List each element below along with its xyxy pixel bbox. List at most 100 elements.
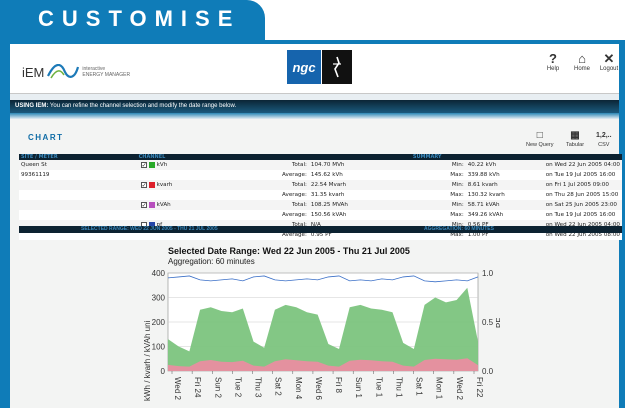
table-row: Average: 31.35 kvarh Max: 130.32 kvarh on… — [19, 190, 622, 200]
total-value: 22.54 Mvarh — [308, 180, 400, 190]
y-axis-label: kWh / kvarh / kVAh uni — [143, 320, 152, 401]
home-label: Home — [573, 66, 590, 72]
max-value: 349.26 kVAh — [467, 212, 504, 218]
y-tick-label: 200 — [152, 318, 166, 327]
using-iem-text: You can refine the channel selection and… — [49, 103, 237, 109]
total-value: 108.25 MVAh — [308, 200, 400, 210]
max-label: Max: — [450, 212, 464, 218]
csv-button[interactable]: 1,2,.. CSV — [596, 130, 612, 148]
min-label: Min: — [451, 162, 464, 168]
range-bar: SELECTED RANGE: WED 22 JUN 2005 - THU 21… — [19, 226, 622, 233]
home-button[interactable]: ⌂ Home — [567, 51, 597, 72]
selected-range: SELECTED RANGE: WED 22 JUN 2005 - THU 21… — [81, 226, 218, 232]
x-tick-label: Fri 22 — [475, 377, 484, 398]
x-tick-label: Tue 2 — [233, 377, 242, 398]
help-button[interactable]: ? Help — [538, 51, 568, 72]
max-value: 339.88 kVh — [467, 172, 500, 178]
channel-swatch — [148, 182, 155, 188]
average-value: 150.56 kVAh — [308, 210, 400, 220]
channel-checkbox[interactable]: ✓ — [140, 162, 147, 169]
channel-checkbox[interactable]: ✓ — [140, 182, 147, 189]
x-tick-label: Fri 24 — [193, 377, 202, 398]
table-row: Average: 150.56 kVAh Max: 349.26 kVAh on … — [19, 210, 622, 220]
max-label: Max: — [450, 192, 464, 198]
new-query-label: New Query — [526, 142, 554, 148]
using-iem-bar: USING IEM: You can refine the channel se… — [10, 100, 619, 113]
min-time: on Sat 25 Jun 2005 23:00 — [545, 202, 617, 208]
min-time: on Wed 22 Jun 2005 04:00 — [545, 162, 620, 168]
x-tick-label: Tue 1 — [374, 377, 383, 398]
tabular-icon: ▦ — [570, 130, 580, 141]
logout-icon: ✕ — [603, 51, 615, 66]
y2-tick-label: 0.5 — [482, 318, 494, 327]
iem-logo[interactable]: iEM interactive ENERGY MANAGER — [22, 64, 130, 80]
graph-title: Selected Date Range: Wed 22 Jun 2005 - T… — [168, 246, 410, 256]
min-value: 8.61 kvarh — [467, 182, 498, 188]
y2-tick-label: 1.0 — [482, 269, 494, 278]
site-name: Queen St — [19, 160, 139, 170]
tabular-button[interactable]: ▦ Tabular — [566, 130, 584, 148]
new-query-icon: □ — [536, 130, 543, 141]
y-tick-label: 100 — [152, 343, 166, 352]
logout-button[interactable]: ✕ Logout — [594, 51, 624, 72]
max-time: on Tue 19 Jul 2005 16:00 — [545, 212, 616, 218]
min-value: 58.71 kVAh — [467, 202, 500, 208]
y-tick-label: 300 — [152, 294, 166, 303]
csv-icon: 1,2,.. — [596, 132, 612, 139]
y-tick-label: 0 — [161, 367, 166, 376]
channel-label: kvarh — [156, 182, 173, 188]
tab-title: CUSTOMISE — [38, 6, 241, 31]
total-label: Total: — [232, 160, 309, 170]
meter-id: 99361119 — [19, 170, 139, 180]
x-tick-label: Mon 4 — [294, 377, 303, 400]
x-tick-label: Mon 1 — [435, 377, 444, 400]
channel-label: kVAh — [156, 202, 171, 208]
channel-swatch — [148, 202, 155, 208]
using-iem-title: USING IEM: — [15, 103, 49, 109]
torch-logo-icon — [322, 50, 352, 84]
table-row: ✓ kVAh Total: 108.25 MVAh Min: 58.71 kVAh… — [19, 200, 622, 210]
ngc-logo: ngc — [287, 50, 321, 84]
logout-label: Logout — [599, 66, 619, 72]
average-label: Average: — [282, 172, 307, 178]
x-tick-label: Sun 2 — [213, 377, 222, 398]
x-tick-label: Sun 1 — [354, 377, 363, 398]
new-query-button[interactable]: □ New Query — [526, 130, 554, 148]
x-tick-label: Wed 6 — [314, 377, 323, 401]
logo-text: iEM — [22, 64, 45, 80]
x-tick-label: Wed 2 — [455, 377, 464, 401]
y2-tick-label: 0.0 — [482, 367, 494, 376]
average-value: 145.62 kVh — [308, 170, 400, 180]
table-row: 99361119 Average: 145.62 kVh Max: 339.88… — [19, 170, 622, 180]
min-value: 40.22 kVh — [467, 162, 497, 168]
average-label: Average: — [282, 192, 307, 198]
chart-section-title: CHART — [28, 133, 64, 142]
channel-label: kVh — [156, 162, 168, 168]
average-value: 31.35 kvarh — [308, 190, 400, 200]
torch-icon — [333, 56, 341, 78]
max-label: Max: — [450, 172, 464, 178]
table-row: Queen St ✓ kVh Total: 104.70 MVh Min: 40.… — [19, 160, 622, 170]
help-icon: ? — [549, 51, 557, 66]
total-value: 104.70 MVh — [308, 160, 400, 170]
energy-chart: 400 300 200 100 0 1.0 0.5 0.0 kWh / kvarh / kVAh… — [143, 269, 500, 401]
total-label: Total: — [291, 182, 307, 188]
x-tick-label: Sat 2 — [274, 377, 283, 396]
min-label: Min: — [451, 182, 464, 188]
x-tick-label: Thu 3 — [254, 377, 263, 398]
total-label: Total: — [291, 202, 307, 208]
help-label: Help — [546, 66, 560, 72]
y2-axis-label: PF — [495, 318, 500, 328]
customise-tab: CUSTOMISE — [0, 0, 265, 40]
average-label: Average: — [282, 212, 307, 218]
max-value: 130.32 kvarh — [467, 192, 505, 198]
tabular-label: Tabular — [566, 142, 585, 148]
y-tick-label: 400 — [152, 269, 166, 278]
table-row: ✓ kvarh Total: 22.54 Mvarh Min: 8.61 kvar… — [19, 180, 622, 190]
channel-checkbox[interactable]: ✓ — [140, 202, 147, 209]
max-time: on Tue 19 Jul 2005 16:00 — [545, 172, 616, 178]
x-tick-label: Fri 8 — [334, 377, 343, 394]
x-tick-label: Sat 1 — [415, 377, 424, 396]
logo-swoosh-icon — [47, 64, 80, 79]
home-icon: ⌂ — [578, 51, 586, 66]
